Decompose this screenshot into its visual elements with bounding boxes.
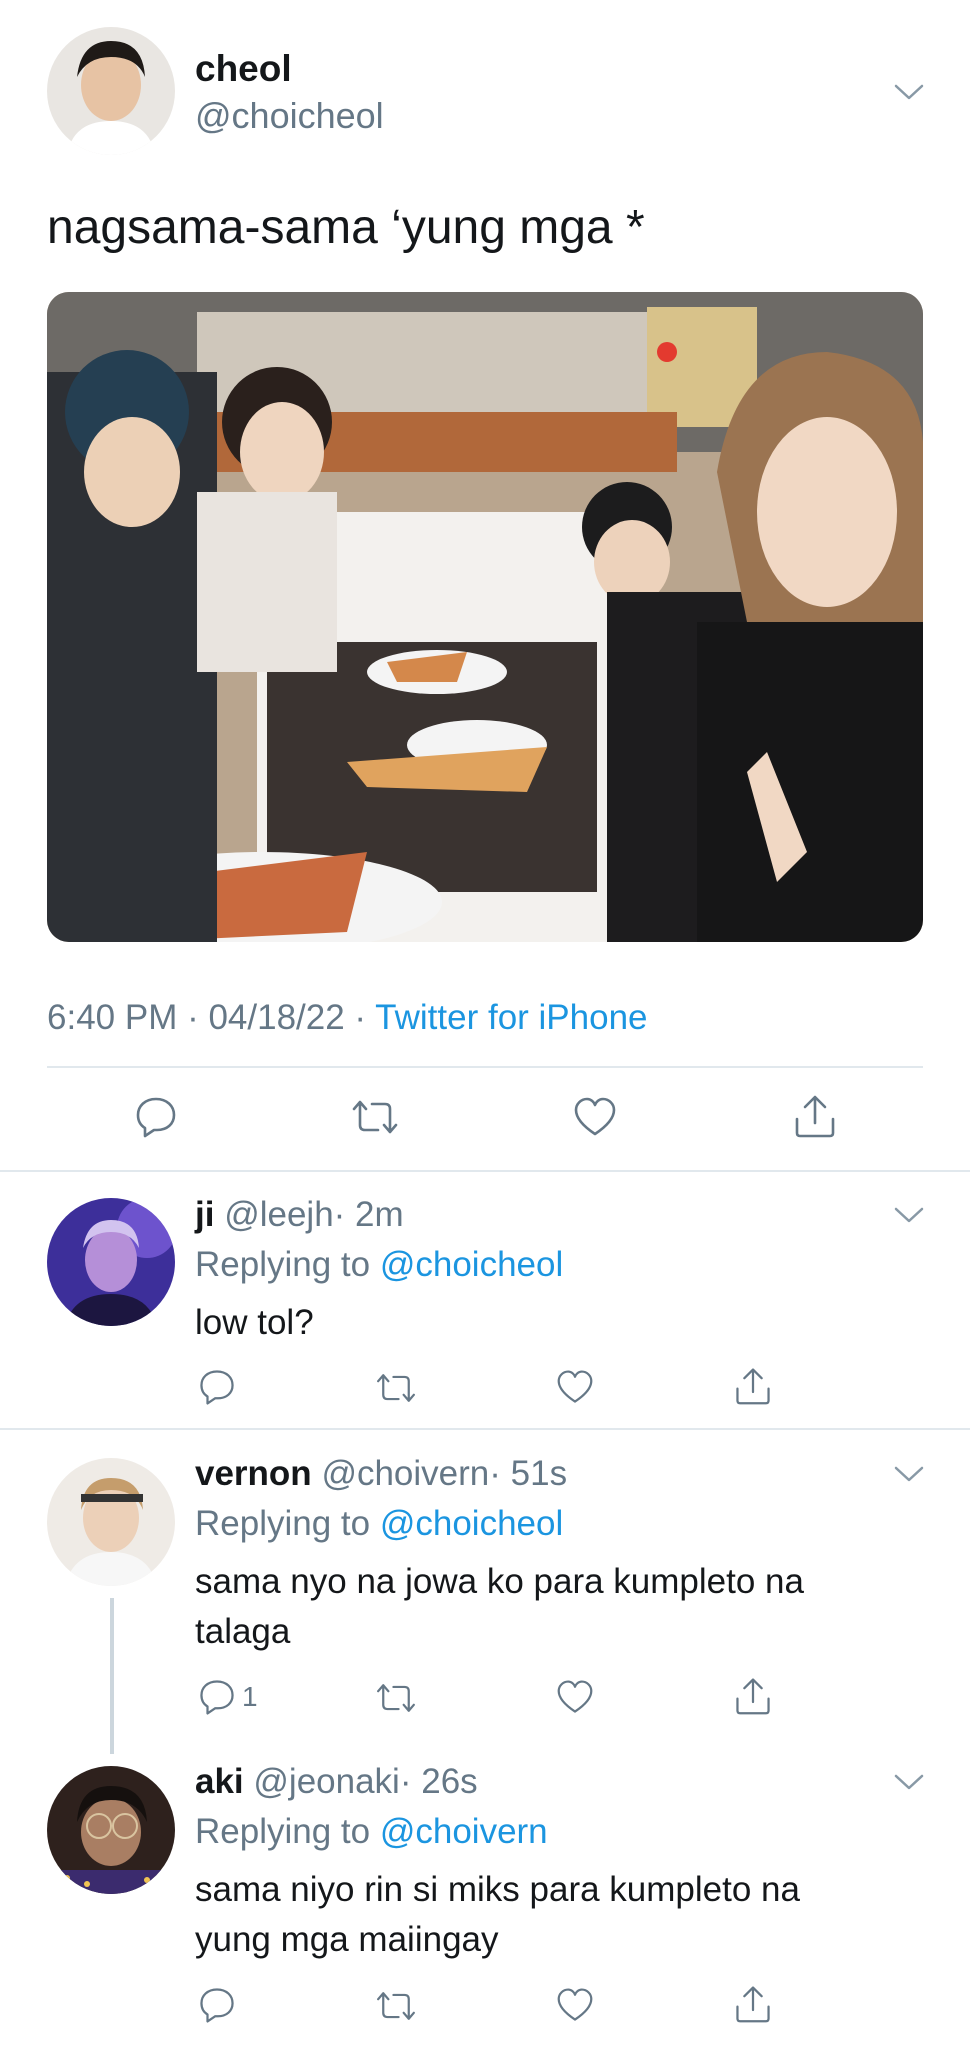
replying-to: Replying to @choicheol — [195, 1245, 564, 1284]
retweet-button[interactable] — [374, 1371, 418, 1410]
reply-count: 1 — [242, 1681, 258, 1712]
avatar[interactable] — [47, 1458, 175, 1586]
reply-text-line: talaga — [195, 1612, 291, 1651]
heart-icon — [557, 1370, 593, 1403]
reply-icon — [200, 1370, 234, 1405]
replying-to: Replying to @choivern — [195, 1812, 548, 1851]
share-icon — [795, 1095, 835, 1138]
chevron-down-icon[interactable] — [893, 82, 925, 102]
reply-text-line: yung mga maiingay — [195, 1920, 499, 1959]
retweet-icon — [377, 1684, 415, 1712]
replying-to-link[interactable]: @choicheol — [380, 1504, 563, 1543]
avatar[interactable] — [47, 27, 175, 155]
retweet-button[interactable] — [374, 1989, 418, 2028]
reply-button[interactable] — [198, 1368, 236, 1411]
divider — [0, 1170, 970, 1172]
share-button[interactable] — [734, 1366, 772, 1411]
like-button[interactable] — [556, 1987, 594, 2028]
reply-button[interactable]: 1 — [198, 1678, 258, 1716]
reply-text: low tol? — [195, 1303, 314, 1342]
replying-to: Replying to @choicheol — [195, 1504, 564, 1543]
reply-author-name[interactable]: aki — [195, 1762, 244, 1801]
tweet-text: nagsama-sama ‘yung mga * — [47, 201, 645, 254]
like-button[interactable] — [556, 1679, 594, 1720]
reply-time: · 26s — [399, 1762, 478, 1801]
chevron-down-icon[interactable] — [893, 1205, 925, 1225]
reply-header: vernon @choivern· 51s — [195, 1454, 567, 1494]
reply-icon — [200, 1680, 234, 1715]
reply-author-handle[interactable]: @leejh — [224, 1195, 333, 1234]
share-icon — [736, 1368, 770, 1405]
chevron-down-icon[interactable] — [893, 1464, 925, 1484]
heart-icon — [574, 1097, 616, 1136]
reply-time: · 51s — [489, 1454, 568, 1493]
reply-author-handle[interactable]: @choivern — [321, 1454, 489, 1493]
heart-icon — [557, 1988, 593, 2021]
tweet-source[interactable]: Twitter for iPhone — [375, 998, 647, 1037]
reply-text-line: sama niyo rin si miks para kumpleto na — [195, 1870, 800, 1909]
reply-icon — [200, 1988, 234, 2023]
reply-icon — [136, 1097, 176, 1138]
retweet-button[interactable] — [374, 1681, 418, 1720]
tweet-photo[interactable] — [47, 292, 923, 942]
retweet-icon — [352, 1100, 398, 1134]
like-button[interactable] — [556, 1369, 594, 1410]
reply-button[interactable] — [134, 1095, 178, 1144]
author-name[interactable]: cheol — [195, 48, 292, 90]
reply-time: · 2m — [333, 1195, 404, 1234]
reply-text-line: sama nyo na jowa ko para kumpleto na — [195, 1562, 804, 1601]
reply-author-name[interactable]: vernon — [195, 1454, 312, 1493]
author-handle[interactable]: @choicheol — [195, 95, 384, 137]
like-button[interactable] — [573, 1096, 617, 1143]
retweet-icon — [377, 1374, 415, 1402]
divider — [0, 1428, 970, 1430]
reply-header: aki @jeonaki· 26s — [195, 1762, 478, 1802]
retweet-icon — [377, 1992, 415, 2020]
chevron-down-icon[interactable] — [893, 1772, 925, 1792]
heart-icon — [557, 1680, 593, 1713]
tweet-meta: 6:40 PM · 04/18/22 · Twitter for iPhone — [47, 998, 648, 1038]
reply-header: ji @leejh· 2m — [195, 1195, 404, 1235]
retweet-button[interactable] — [350, 1097, 400, 1142]
reply-author-name[interactable]: ji — [195, 1195, 214, 1234]
replying-to-link[interactable]: @choicheol — [380, 1245, 563, 1284]
tweet-timestamp[interactable]: 6:40 PM · 04/18/22 · — [47, 998, 375, 1037]
share-icon — [736, 1986, 770, 2023]
reply-button[interactable] — [198, 1986, 236, 2029]
avatar[interactable] — [47, 1198, 175, 1326]
thread-line — [110, 1598, 114, 1754]
share-button[interactable] — [734, 1676, 772, 1721]
avatar[interactable] — [47, 1766, 175, 1894]
divider — [47, 1066, 923, 1068]
share-button[interactable] — [793, 1093, 837, 1144]
reply-author-handle[interactable]: @jeonaki — [253, 1762, 399, 1801]
share-button[interactable] — [734, 1984, 772, 2029]
share-icon — [736, 1678, 770, 1715]
replying-to-link[interactable]: @choivern — [380, 1812, 548, 1851]
